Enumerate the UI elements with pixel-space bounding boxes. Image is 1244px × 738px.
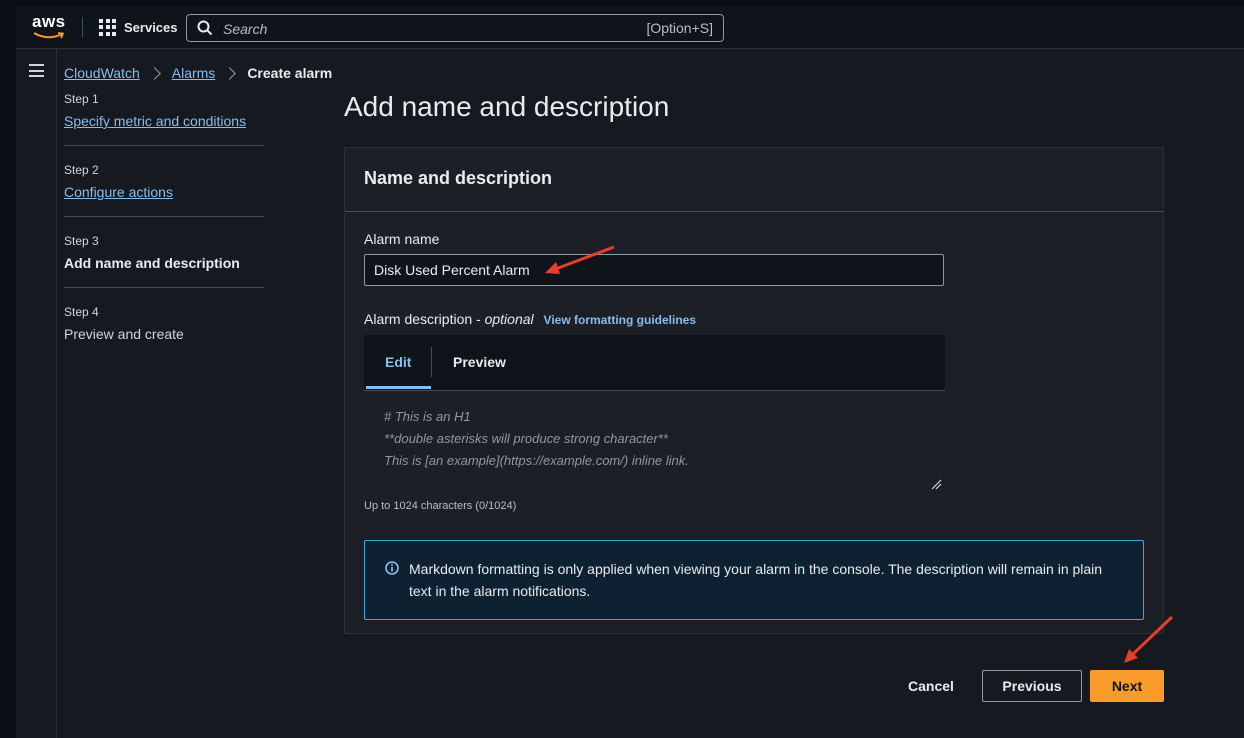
chevron-right-icon	[223, 66, 237, 80]
breadcrumb-alarms[interactable]: Alarms	[172, 65, 216, 81]
name-description-panel: Name and description Alarm name Alarm de…	[344, 147, 1164, 634]
description-editor: Edit Preview # This is an H1 **double as…	[364, 335, 945, 493]
resize-handle-icon[interactable]	[931, 479, 942, 490]
search-shortcut-hint: [Option+S]	[646, 20, 713, 36]
step-current-label: Add name and description	[64, 255, 240, 271]
info-alert-text: Markdown formatting is only applied when…	[409, 561, 1103, 599]
console-window: aws Services [Option+S] CloudWatch	[16, 6, 1244, 738]
panel-title: Name and description	[345, 148, 1163, 212]
services-label: Services	[124, 19, 178, 35]
breadcrumb-cloudwatch[interactable]: CloudWatch	[64, 65, 140, 81]
top-navigation: aws Services [Option+S]	[16, 6, 1244, 49]
next-button[interactable]: Next	[1090, 670, 1164, 702]
search-bar[interactable]: [Option+S]	[186, 14, 724, 42]
services-grid-icon	[99, 18, 116, 36]
chevron-right-icon	[147, 66, 161, 80]
info-icon	[385, 561, 399, 575]
services-menu-button[interactable]: Services	[99, 17, 178, 37]
step-number: Step 4	[64, 305, 99, 319]
breadcrumb: CloudWatch Alarms Create alarm	[64, 63, 332, 83]
alarm-name-input[interactable]	[364, 254, 944, 286]
optional-text: optional	[484, 311, 534, 327]
active-tab-indicator	[366, 386, 431, 389]
aws-logo-text: aws	[32, 12, 66, 31]
search-input[interactable]	[221, 18, 645, 40]
aws-logo[interactable]: aws	[32, 12, 68, 40]
search-icon	[197, 20, 213, 36]
wizard-steps: Step 1 Specify metric and conditions Ste…	[64, 92, 264, 375]
step-disabled-label: Preview and create	[64, 326, 184, 342]
alarm-description-label: Alarm description - optional View format…	[364, 311, 696, 327]
step-number: Step 1	[64, 92, 99, 106]
wizard-step-1: Step 1 Specify metric and conditions	[64, 92, 264, 146]
step-link-configure-actions[interactable]: Configure actions	[64, 184, 173, 200]
breadcrumb-current: Create alarm	[247, 65, 333, 81]
tab-divider	[431, 347, 432, 377]
formatting-guidelines-link[interactable]: View formatting guidelines	[544, 313, 696, 327]
alarm-description-textarea[interactable]	[364, 391, 945, 493]
info-alert: Markdown formatting is only applied when…	[364, 540, 1144, 620]
step-number: Step 3	[64, 234, 99, 248]
page-title: Add name and description	[344, 91, 670, 122]
step-link-specify-metric[interactable]: Specify metric and conditions	[64, 113, 246, 129]
alarm-name-label: Alarm name	[364, 231, 440, 247]
hamburger-menu-icon[interactable]	[29, 64, 44, 77]
editor-tabs: Edit Preview	[364, 335, 945, 391]
side-rail	[16, 49, 57, 738]
character-count: Up to 1024 characters (0/1024)	[364, 500, 517, 512]
description-label-text: Alarm description -	[364, 311, 485, 327]
wizard-step-3: Step 3 Add name and description	[64, 234, 264, 288]
tab-preview[interactable]: Preview	[453, 354, 506, 370]
cancel-button[interactable]: Cancel	[896, 670, 966, 702]
step-number: Step 2	[64, 163, 99, 177]
wizard-step-2: Step 2 Configure actions	[64, 163, 264, 217]
aws-smile-icon	[33, 32, 65, 39]
tab-edit[interactable]: Edit	[385, 354, 411, 370]
wizard-step-4: Step 4 Preview and create	[64, 305, 264, 358]
nav-divider	[82, 17, 83, 37]
previous-button[interactable]: Previous	[982, 670, 1082, 702]
